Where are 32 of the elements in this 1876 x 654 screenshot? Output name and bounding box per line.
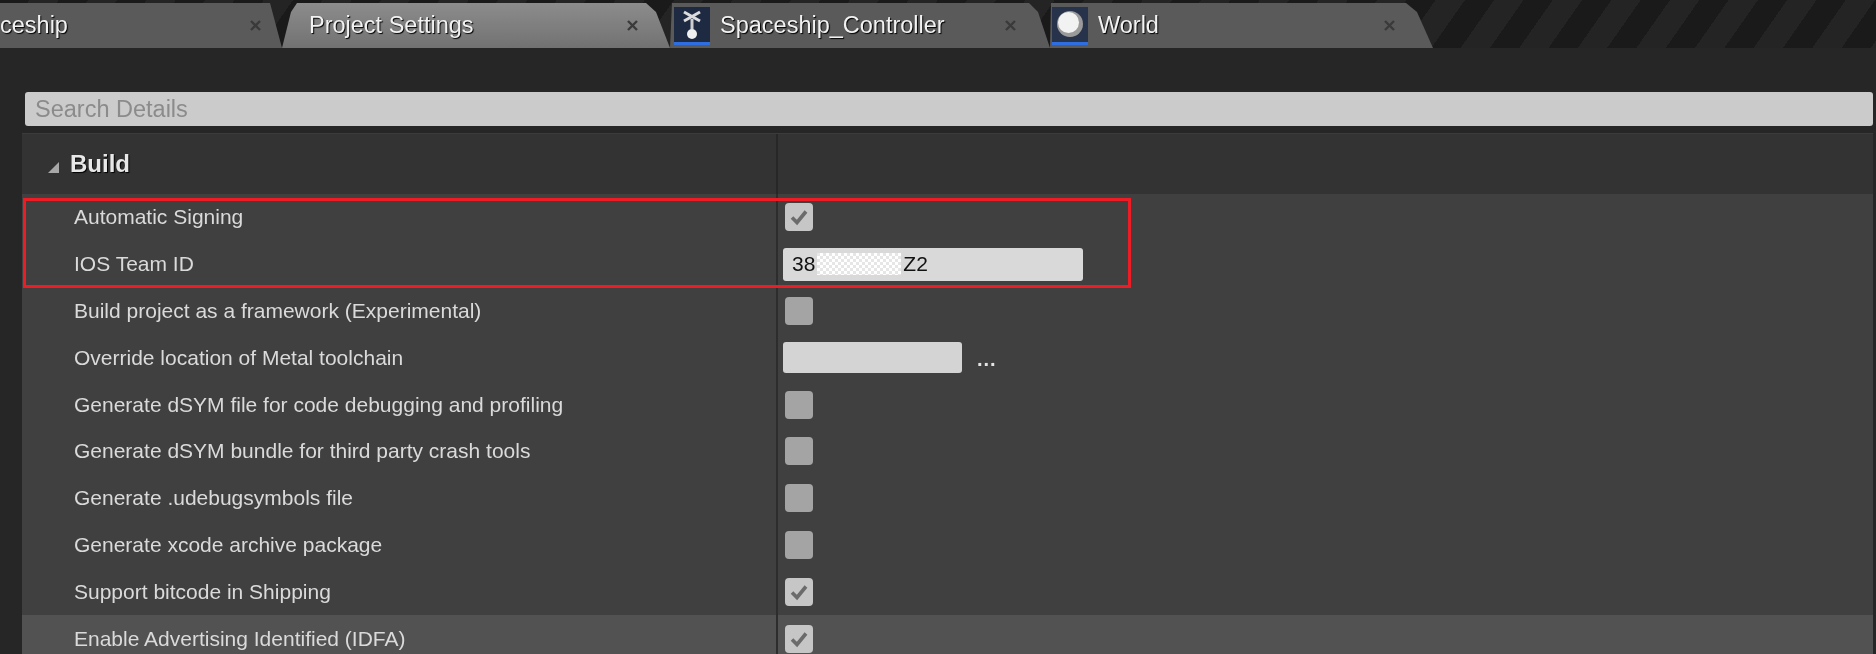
setting-label: IOS Team ID xyxy=(74,252,194,277)
checkbox[interactable] xyxy=(785,390,813,419)
checkbox[interactable] xyxy=(785,297,813,325)
setting-label: Generate dSYM file for code debugging and profiling xyxy=(74,392,564,417)
search-field[interactable]: Search Details xyxy=(25,92,1873,126)
checkbox[interactable] xyxy=(785,203,813,232)
close-icon[interactable] xyxy=(627,20,638,31)
document-tab[interactable]: Spaceship_Controller xyxy=(670,3,1050,48)
document-tab[interactable]: World xyxy=(1050,3,1433,48)
checkbox[interactable] xyxy=(785,484,813,513)
section-title: Build xyxy=(70,150,130,178)
setting-label: Override location of Metal toolchain xyxy=(74,345,404,370)
expand-arrow-icon[interactable] xyxy=(48,161,59,173)
setting-label: Generate .udebugsymbols file xyxy=(74,486,353,511)
setting-label: Enable Advertising Identified (IDFA) xyxy=(74,626,406,651)
section-header[interactable]: Build xyxy=(22,134,1873,194)
check-icon xyxy=(789,207,809,228)
document-tab[interactable]: Project Settings xyxy=(282,3,670,48)
setting-label: Support bitcode in Shipping xyxy=(74,579,331,604)
setting-label: Generate xcode archive package xyxy=(74,532,383,557)
document-tab[interactable]: ceship xyxy=(0,3,282,48)
setting-label: Automatic Signing xyxy=(74,205,244,230)
text-field[interactable]: 38 Z2 xyxy=(783,247,1083,281)
checkbox[interactable] xyxy=(785,577,813,606)
checkbox[interactable] xyxy=(785,437,813,466)
browse-button[interactable]: ... xyxy=(974,348,1000,372)
checkbox[interactable] xyxy=(785,530,813,559)
path-field[interactable] xyxy=(783,342,962,374)
setting-label: Build project as a framework (Experimental) xyxy=(74,299,482,323)
figure-icon xyxy=(674,6,710,45)
setting-label: Generate dSYM bundle for third party crash tools xyxy=(74,439,531,464)
checkbox[interactable] xyxy=(785,624,813,653)
